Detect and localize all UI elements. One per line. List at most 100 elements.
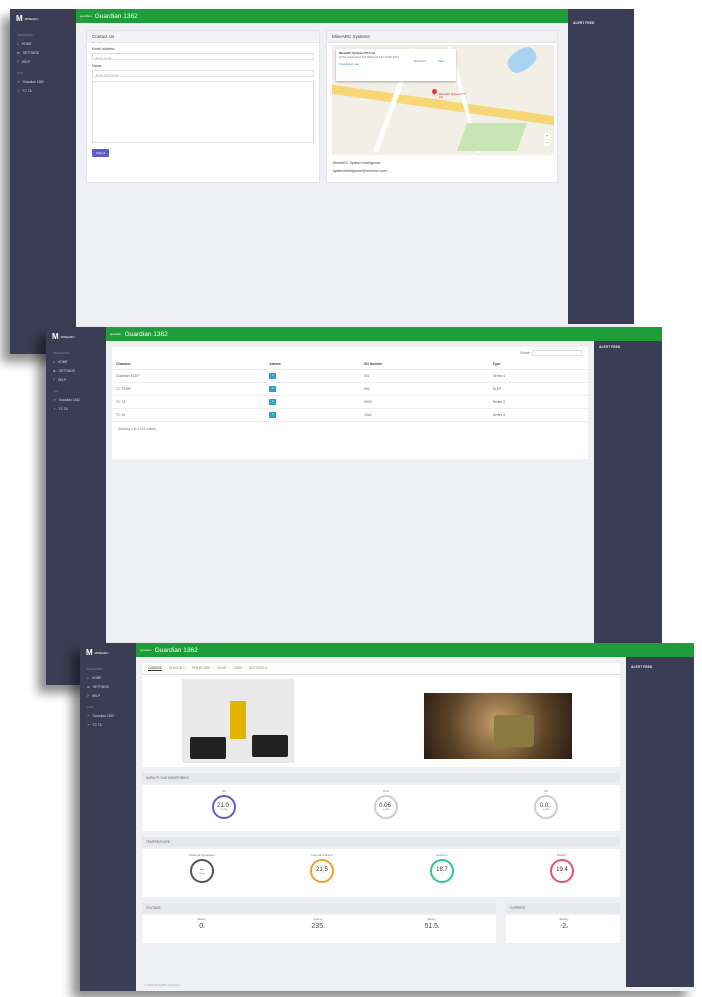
map-road [332, 83, 554, 128]
stat-value: 235v [311, 922, 325, 930]
tab-alms[interactable]: ALMS [217, 666, 226, 671]
search-input[interactable] [532, 350, 582, 356]
column-header[interactable]: Alarms [265, 359, 361, 370]
nav-unit-1[interactable]: ↗ Guardian 1362 [46, 395, 106, 404]
name-label: Name [92, 64, 102, 68]
tab-cams[interactable]: CAMS [233, 666, 242, 671]
chamber-interior-image[interactable] [182, 679, 294, 763]
nav-unit-2[interactable]: ↗ TC TA [46, 404, 106, 413]
nav-unit-1[interactable]: ↗ Guardian 1362 [80, 711, 136, 720]
email-field[interactable]: Enter email [92, 53, 314, 60]
zoom-out-button[interactable]: − [544, 140, 550, 146]
map-water [503, 45, 541, 77]
voltage-card: Battery 0v Inverter 235v Battery 51.5v [142, 915, 496, 943]
nav-label: SETTINGS [92, 684, 109, 689]
unit-group-label: UNIT [53, 390, 60, 393]
nav-label: HOME [21, 41, 32, 46]
nav-home[interactable]: ⌂ HOME [80, 673, 136, 682]
stat-value: 51.5v [424, 922, 440, 930]
nav-label: SETTINGS [58, 368, 75, 373]
chamber-seats [252, 735, 288, 757]
alarm-button[interactable]: 1 [269, 373, 277, 379]
alarm-button[interactable]: 1 [269, 386, 277, 392]
column-header[interactable]: SN Number [360, 359, 489, 370]
name-field[interactable]: Enter your name [92, 70, 314, 77]
tab-sensor[interactable]: SENSOR 2 [169, 666, 185, 671]
column-header[interactable]: Chamber [112, 359, 266, 370]
tab-camera[interactable]: CAMERA [148, 666, 162, 671]
o2-gauge: O2 21.0% NORM [204, 789, 244, 819]
nav-settings[interactable]: ⚙ SETTINGS [80, 682, 136, 691]
nav-home[interactable]: ⌂ HOME [46, 357, 106, 366]
tab-batteries[interactable]: BATTERIES [249, 666, 266, 671]
company-email[interactable]: systemintelligence@minearc.com [333, 169, 387, 173]
alarm-button[interactable]: 1 [269, 399, 277, 405]
nav-label: HELP [91, 693, 101, 698]
zoom-in-button[interactable]: + [544, 133, 550, 139]
tab-pan-board[interactable]: PAN BOARD [192, 666, 211, 671]
nav-unit-1[interactable]: ↗ Guardian 1362 [10, 77, 76, 86]
map-pin-icon[interactable] [430, 87, 439, 96]
alert-feed-title: ALERT FEED [631, 665, 653, 669]
co-gauge: CO 0.0ppm NORM [526, 789, 566, 819]
voltage-battery-2: Battery 51.5v [412, 917, 452, 931]
nav-group-label: NAVIGATION [53, 352, 69, 355]
nav-unit-2[interactable]: ↗ TC TA [80, 720, 136, 729]
column-header[interactable]: Type [488, 359, 588, 370]
gear-icon: ⚙ [87, 684, 90, 689]
nav-label: Guardian 1362 [92, 713, 114, 718]
loader-body [494, 715, 534, 747]
gauge-label: CO [543, 789, 549, 793]
nav-settings[interactable]: ⚙ SETTINGS [46, 366, 106, 375]
nav-help[interactable]: ? HELP [80, 691, 136, 700]
table-row[interactable]: TC TEMP 1 002 ELEP [112, 382, 588, 396]
page-title: Guardian 1362 [94, 12, 138, 20]
voltage-inverter: Inverter 235v [298, 917, 338, 931]
contact-panel: Contact Us Email address Enter email Nam… [86, 30, 320, 183]
temp-gauge-external: External 18.7 °C [422, 853, 462, 883]
gauge-sub: Offline [198, 872, 206, 875]
header-bar: guardian Guardian 1362 [106, 327, 662, 341]
chamber-seats [190, 737, 226, 759]
nav-label: TC TA [22, 88, 32, 93]
map-larger-link[interactable]: View larger map [339, 62, 453, 66]
map-info-card: MineARC Systems PTY Ltd 42-51 Chelmsford… [336, 49, 456, 81]
save-place-button[interactable]: Save [438, 59, 444, 63]
alarm-button[interactable]: 1 [269, 412, 277, 418]
alert-feed-panel: ALERT FEED [568, 9, 634, 324]
nav-label: TC TA [58, 406, 68, 411]
help-icon: ? [53, 377, 55, 382]
nav-help[interactable]: ? HELP [46, 375, 106, 384]
link-icon: ↗ [53, 406, 56, 411]
gauge-sub: NORM [542, 808, 550, 811]
sn-cell: 1362 [360, 408, 489, 422]
table-row[interactable]: Guardian ELEP 1 001 Series 4 [112, 369, 588, 383]
logo: M MINEARC [80, 643, 136, 662]
home-icon: ⌂ [87, 675, 89, 680]
temp-gauge-battery: Battery 19.4 °C [542, 853, 582, 883]
message-textarea[interactable] [92, 81, 314, 143]
gauge-sub: °C [560, 872, 564, 875]
submit-button[interactable]: Submit [92, 149, 110, 157]
map-view[interactable]: MineARC Systems PTY Ltd 42-51 Chelmsford… [332, 45, 554, 155]
camera-area [142, 675, 620, 767]
table-row[interactable]: TC TA 1 0005 Series 3 [112, 395, 588, 409]
page-title: Guardian 1362 [124, 330, 168, 338]
voltage-battery: Battery 0v [182, 917, 222, 931]
chamber-cell: TC 04 [112, 408, 266, 422]
nav-unit-2[interactable]: ↗ TC TA [10, 86, 76, 95]
nav-label: TC TA [92, 722, 102, 727]
section-current: CURRENT [506, 903, 620, 913]
nav-settings[interactable]: ⚙ SETTINGS [10, 48, 76, 57]
chamber-cell: Guardian ELEP [112, 369, 266, 383]
section-temperature: TEMPERATURE [142, 837, 620, 847]
directions-button[interactable]: Directions [414, 59, 426, 63]
mine-loader-image[interactable] [424, 693, 572, 759]
nav-label: HELP [21, 59, 31, 64]
alert-feed-panel: ALERT FEED [626, 657, 694, 987]
sidebar: M MINEARC NAVIGATION ⌂ HOME ⚙ SETTINGS ? HEL… [46, 327, 106, 685]
nav-home[interactable]: ⌂ HOME [10, 39, 76, 48]
table-row[interactable]: TC 04 1 1362 Series 4 [112, 408, 588, 422]
logo: M MINEARC [10, 9, 76, 28]
nav-help[interactable]: ? HELP [10, 57, 76, 66]
